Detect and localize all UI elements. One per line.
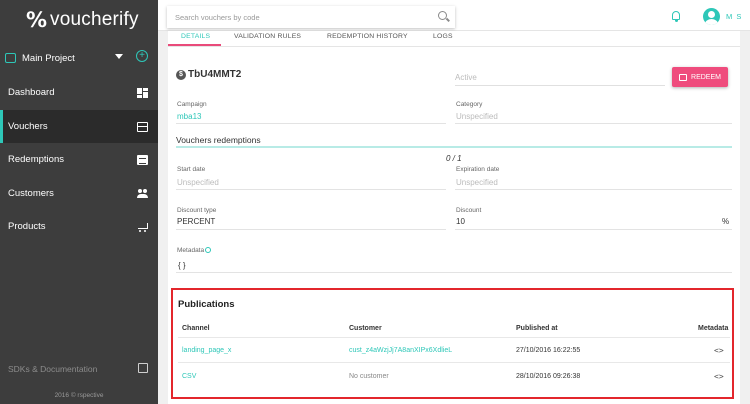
sidebar-item-customers[interactable]: Customers (0, 177, 158, 211)
tab-details[interactable]: DETAILS (181, 33, 210, 40)
publication-customer: No customer (349, 373, 389, 380)
voucher-code-row: $ TbU4MMT2 (176, 69, 241, 80)
copyright: 2016 © rspective (54, 392, 104, 399)
sidebar: % voucherify Main Project + Dashboard Vo… (0, 0, 158, 404)
discount-type-value: PERCENT (177, 217, 216, 226)
people-icon (137, 188, 148, 199)
sdk-label: SDKs & Documentation (8, 364, 98, 374)
publications-title: Publications (178, 299, 235, 310)
start-date-value: Unspecified (177, 178, 219, 187)
sidebar-item-label: Redemptions (8, 154, 64, 166)
divider (178, 362, 730, 363)
redemptions-title: Vouchers redemptions (176, 135, 261, 145)
metadata-value: { } (178, 261, 186, 270)
tab-validation-rules[interactable]: VALIDATION RULES (234, 33, 301, 40)
sidebar-item-label: Customers (8, 187, 54, 199)
sidebar-nav: Dashboard Vouchers Redemptions Customers… (0, 76, 158, 244)
bell-icon[interactable] (672, 11, 680, 22)
sidebar-item-label: Dashboard (8, 87, 55, 99)
divider (455, 123, 732, 124)
column-header-metadata: Metadata (698, 325, 729, 332)
campaign-link[interactable]: mba13 (177, 112, 201, 121)
campaign-label: Campaign (177, 101, 207, 108)
user-initials[interactable]: M S (726, 12, 742, 21)
avatar[interactable] (703, 8, 720, 25)
sdk-documentation-link[interactable]: SDKs & Documentation (8, 363, 150, 374)
discount-value: 10 (456, 217, 465, 226)
sidebar-item-dashboard[interactable]: Dashboard (0, 76, 158, 110)
discount-label: Discount (456, 207, 482, 214)
voucher-code: TbU4MMT2 (188, 69, 242, 80)
code-icon[interactable]: <> (714, 346, 724, 355)
project-selector[interactable]: Main Project + (0, 48, 158, 68)
sidebar-item-redemptions[interactable]: Redemptions (0, 143, 158, 177)
divider (176, 189, 446, 190)
logo-text: voucherify (50, 9, 139, 30)
search-placeholder: Search vouchers by code (175, 13, 260, 22)
code-icon[interactable]: <> (714, 372, 724, 381)
help-icon[interactable] (205, 247, 212, 253)
discount-unit: % (722, 217, 730, 226)
project-name: Main Project (22, 52, 75, 64)
column-header-channel: Channel (182, 325, 210, 332)
divider (455, 85, 665, 86)
sidebar-item-label: Vouchers (8, 120, 48, 132)
publication-customer[interactable]: cust_z4aWzjJj7A8anXIPx6XdlieL (349, 347, 452, 354)
gift-icon (137, 121, 148, 132)
sidebar-item-products[interactable]: Products (0, 210, 158, 244)
publication-channel[interactable]: landing_page_x (182, 347, 231, 354)
column-header-published-at: Published at (516, 325, 558, 332)
voucher-details-panel: DETAILS VALIDATION RULES REDEMPTION HIST… (168, 31, 740, 404)
publication-date: 28/10/2016 09:26:38 (516, 373, 581, 380)
topbar: Search vouchers by code M S (158, 0, 750, 31)
sidebar-item-label: Products (8, 221, 46, 233)
logo-mark: % (26, 8, 48, 32)
search-icon[interactable] (438, 11, 447, 20)
expiration-date-label: Expiration date (456, 166, 500, 173)
metadata-label: Metadata (177, 247, 205, 254)
redemptions-count: 0 / 1 (446, 154, 462, 163)
start-date-label: Start date (177, 166, 206, 173)
expiration-date-value: Unspecified (456, 178, 498, 187)
search-input[interactable]: Search vouchers by code (167, 6, 455, 28)
publications-section: Publications Channel Customer Published … (171, 288, 734, 399)
cart-icon (137, 222, 148, 232)
add-project-button[interactable]: + (136, 50, 148, 62)
redemptions-progress-bar (176, 146, 732, 148)
list-icon (137, 155, 148, 165)
divider (455, 229, 732, 230)
redeem-label: REDEEM (691, 73, 721, 81)
discount-type-label: Discount type (177, 207, 217, 214)
redeem-button[interactable]: REDEEM (672, 67, 728, 87)
active-tab-indicator (168, 44, 221, 46)
voucher-status: Active (455, 73, 477, 82)
chevron-down-icon[interactable] (115, 54, 123, 59)
redeem-icon (679, 73, 688, 81)
logo[interactable]: % voucherify (0, 0, 158, 40)
publication-channel[interactable]: CSV (182, 373, 196, 380)
publication-date: 27/10/2016 16:22:55 (516, 347, 581, 354)
divider (176, 123, 446, 124)
tab-redemption-history[interactable]: REDEMPTION HISTORY (327, 33, 408, 40)
tab-bar: DETAILS VALIDATION RULES REDEMPTION HIST… (168, 31, 740, 47)
category-value: Unspecified (456, 112, 498, 121)
divider (176, 229, 446, 230)
metadata-label-wrap: Metadata (177, 247, 212, 254)
sidebar-item-vouchers[interactable]: Vouchers (0, 109, 158, 143)
tab-logs[interactable]: LOGS (433, 33, 453, 40)
dollar-icon: $ (176, 69, 186, 80)
category-label: Category (456, 101, 483, 108)
dashboard-icon (137, 88, 148, 98)
divider (178, 337, 730, 338)
column-header-customer: Customer (349, 325, 382, 332)
divider (455, 189, 732, 190)
divider (176, 272, 732, 273)
project-icon (5, 53, 16, 63)
library-icon (138, 363, 148, 373)
